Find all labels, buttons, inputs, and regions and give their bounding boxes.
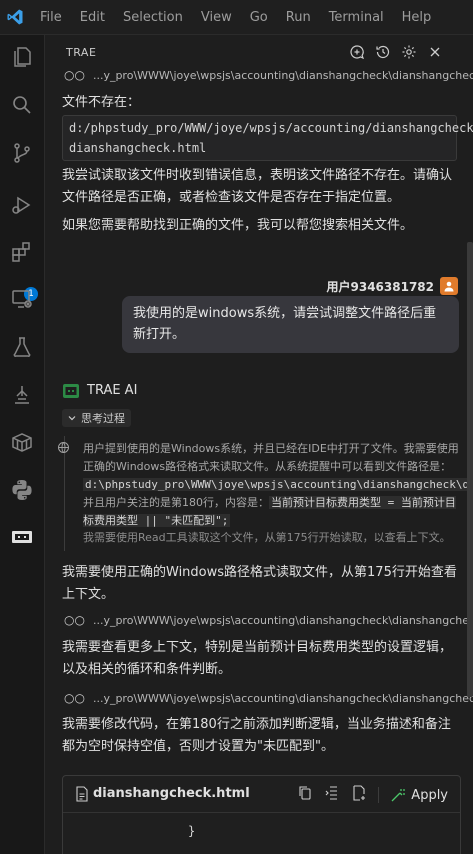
activity-bar: 1 <box>0 35 45 854</box>
tool-call-path: ...y_pro\WWW\joye\wpsjs\accounting\dians… <box>92 613 473 627</box>
close-icon[interactable] <box>427 44 443 60</box>
thinking-text-part-1: 用户提到使用的是Windows系统，并且已经在IDE中打开了文件。我需要使用正确… <box>83 442 459 473</box>
apply-button[interactable]: Apply <box>390 787 448 803</box>
trae-ai-icon <box>63 383 79 398</box>
user-avatar-icon <box>444 281 454 292</box>
thinking-code-path: d:\phpstudy_pro\WWW\joye\wpsjs\accountin… <box>83 478 473 491</box>
globe-icon <box>58 442 69 453</box>
menu-bar: File Edit Selection View Go Run Terminal… <box>40 0 431 34</box>
glasses-icon: ○○ <box>64 68 85 82</box>
code-card-file-name[interactable]: dianshangcheck.html <box>93 786 250 801</box>
vscode-logo-icon <box>7 9 23 25</box>
code-path-line-1: d:/phpstudy_pro/WWW/joye/wpsjs/accountin… <box>69 121 473 135</box>
user-avatar <box>440 277 458 295</box>
deploy-icon[interactable] <box>10 383 34 407</box>
magic-wand-icon <box>391 789 406 802</box>
apply-label: Apply <box>411 787 448 803</box>
copy-icon[interactable] <box>297 785 313 805</box>
file-icon <box>76 786 88 802</box>
remote-explorer-icon[interactable] <box>10 287 34 311</box>
python-icon[interactable] <box>10 478 34 502</box>
chevron-down-icon <box>68 416 76 421</box>
tool-call-path: ...y_pro\WWW\joye\wpsjs\accounting\dians… <box>92 68 473 82</box>
settings-icon[interactable] <box>401 44 417 60</box>
thinking-text-2: 我需要使用Read工具读取这个文件，从第175行开始读取，以查看上下文。 <box>83 531 451 544</box>
chat-scrollbar[interactable] <box>467 242 473 697</box>
panel-title: TRAE <box>66 46 97 59</box>
menu-help[interactable]: Help <box>402 10 432 25</box>
panel-header: TRAE <box>45 35 473 71</box>
search-icon[interactable] <box>10 93 34 117</box>
tool-call-read-2[interactable]: ○○ ...y_pro\WWW\joye\wpsjs\accounting\di… <box>64 613 473 627</box>
assistant-paragraph-4: 我需要查看更多上下文，特别是当前预计目标费用类型的设置逻辑，以及相关的循环和条件… <box>62 640 453 677</box>
code-path-line-2: dianshangcheck.html <box>69 141 207 155</box>
ai-header: TRAE AI <box>63 383 137 398</box>
code-preview-line: } <box>188 824 196 838</box>
run-debug-icon[interactable] <box>10 193 34 217</box>
testing-icon[interactable] <box>10 335 34 359</box>
thinking-text: 用户提到使用的是Windows系统，并且已经在IDE中打开了文件。我需要使用正确… <box>83 440 473 530</box>
assistant-paragraph-1: 我尝试读取该文件时收到错误信息，表明该文件路径不存在。请确认文件路径是否正确，或… <box>62 168 453 205</box>
user-header: 用户9346381782 <box>326 277 458 295</box>
code-card-actions: Apply <box>297 785 448 805</box>
extensions-icon[interactable] <box>10 240 34 264</box>
file-not-exist-label: 文件不存在： <box>62 95 141 110</box>
menu-terminal[interactable]: Terminal <box>329 10 384 25</box>
menu-edit[interactable]: Edit <box>80 10 105 25</box>
code-change-card: dianshangcheck.html Apply } <box>62 775 461 854</box>
tool-call-read-1[interactable]: ○○ ...y_pro\WWW\joye\wpsjs\accounting\di… <box>64 68 473 82</box>
header-actions <box>349 44 443 60</box>
history-icon[interactable] <box>375 44 391 60</box>
title-bar: File Edit Selection View Go Run Terminal… <box>0 0 473 35</box>
trae-chat-icon[interactable] <box>10 525 34 549</box>
thinking-label: 思考过程 <box>81 412 125 425</box>
chat-panel: TRAE ○○ ...y_pro\WWW\joye\wpsjs\accounti… <box>45 35 473 854</box>
tool-call-path: ...y_pro\WWW\joye\wpsjs\accounting\dians… <box>92 691 473 705</box>
glasses-icon: ○○ <box>64 613 85 627</box>
assistant-paragraph-5: 我需要修改代码，在第180行之前添加判断逻辑，当业务描述和备注都为空时保持空值，… <box>62 717 451 754</box>
menu-view[interactable]: View <box>201 10 232 25</box>
code-card-header: dianshangcheck.html Apply <box>63 776 460 813</box>
new-chat-icon[interactable] <box>349 44 365 60</box>
glasses-icon: ○○ <box>64 691 85 705</box>
container-icon[interactable] <box>10 430 34 454</box>
thinking-process-toggle[interactable]: 思考过程 <box>62 409 131 427</box>
insert-icon[interactable] <box>324 785 340 805</box>
source-control-icon[interactable] <box>10 141 34 165</box>
menu-file[interactable]: File <box>40 10 62 25</box>
user-message-bubble: 我使用的是windows系统，请尝试调整文件路径后重新打开。 <box>122 296 459 353</box>
user-name: 用户9346381782 <box>326 279 435 294</box>
assistant-paragraph-2: 如果您需要帮助找到正确的文件，我可以帮您搜索相关文件。 <box>62 218 414 233</box>
menu-selection[interactable]: Selection <box>123 10 183 25</box>
actions-divider <box>378 787 380 803</box>
explorer-icon[interactable] <box>10 45 34 69</box>
tool-call-read-3[interactable]: ○○ ...y_pro\WWW\joye\wpsjs\accounting\di… <box>64 691 473 705</box>
file-path-code: d:/phpstudy_pro/WWW/joye/wpsjs/accountin… <box>62 115 473 161</box>
assistant-paragraph-3: 我需要使用正确的Windows路径格式读取文件，从第175行开始查看上下文。 <box>62 565 457 602</box>
add-file-icon[interactable] <box>351 785 367 805</box>
menu-run[interactable]: Run <box>286 10 311 25</box>
ai-name: TRAE AI <box>87 383 138 398</box>
menu-go[interactable]: Go <box>250 10 268 25</box>
